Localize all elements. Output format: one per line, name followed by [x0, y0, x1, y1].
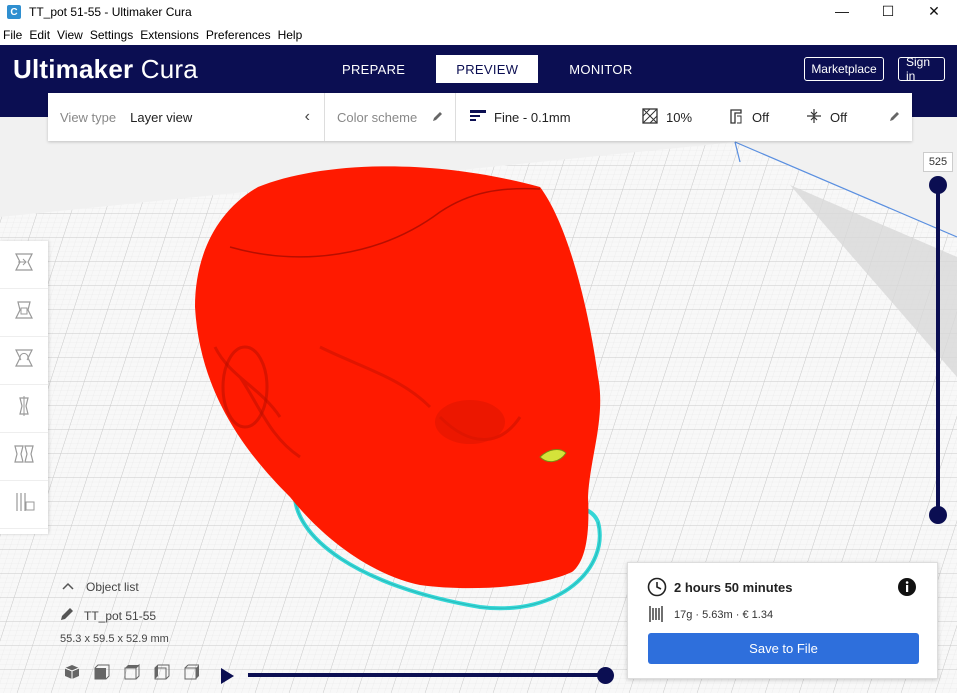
view-type-selector[interactable]: View type Layer view ‹ [48, 108, 324, 126]
print-settings-selector[interactable]: Fine - 0.1mm 10% Off Off [456, 107, 912, 127]
support-blocker-tool[interactable] [0, 481, 48, 529]
menu-edit[interactable]: Edit [26, 28, 53, 42]
top-view-button[interactable] [122, 663, 142, 686]
top-view-icon [123, 663, 141, 686]
close-button[interactable]: ✕ [911, 0, 957, 22]
ultimaker-cura-logo: Ultimaker Cura [13, 54, 198, 85]
cura-app-icon: C [7, 5, 21, 19]
minimize-button[interactable]: — [819, 0, 865, 22]
3d-view-button[interactable] [62, 664, 82, 684]
menu-extensions[interactable]: Extensions [137, 28, 202, 42]
view-type-label: View type [60, 109, 117, 125]
object-dimensions: 55.3 x 59.5 x 52.9 mm [60, 633, 169, 645]
rotate-icon [12, 346, 36, 375]
material-estimate: 17g · 5.63m · € 1.34 [674, 609, 774, 621]
menu-settings[interactable]: Settings [87, 28, 136, 42]
save-to-file-button[interactable]: Save to File [648, 633, 919, 664]
path-slider-track[interactable] [248, 673, 606, 677]
tab-preview[interactable]: PREVIEW [436, 55, 539, 83]
left-view-button[interactable] [152, 664, 172, 684]
object-list-toggle[interactable]: Object list [62, 580, 169, 594]
adhesion-setting: Off [806, 108, 847, 127]
layer-slider-track[interactable] [936, 184, 940, 515]
window-controls: — ☐ ✕ [819, 0, 957, 22]
move-icon [12, 250, 36, 279]
color-scheme-selector[interactable]: Color scheme [325, 110, 455, 125]
window-title: TT_pot 51-55 - Ultimaker Cura [29, 5, 192, 19]
infill-icon [642, 107, 658, 127]
clock-icon [647, 577, 667, 602]
profile-lines-icon [470, 109, 486, 126]
tab-monitor[interactable]: MONITOR [551, 55, 650, 83]
marketplace-button[interactable]: Marketplace [804, 57, 884, 81]
spool-icon [649, 605, 665, 628]
info-icon[interactable] [897, 577, 917, 602]
support-icon [728, 108, 744, 127]
object-list-label: Object list [86, 580, 139, 594]
infill-setting: 10% [642, 107, 693, 127]
layer-slider-bottom-handle[interactable] [929, 506, 947, 524]
play-icon [218, 668, 236, 689]
print-time: 2 hours 50 minutes [674, 580, 793, 595]
front-view-icon [93, 663, 111, 686]
profile-value: Fine - 0.1mm [494, 109, 571, 125]
scale-icon [12, 298, 36, 327]
sign-in-button[interactable]: Sign in [898, 55, 945, 83]
support-setting: Off [728, 108, 769, 127]
camera-view-buttons [62, 663, 202, 686]
pencil-icon [60, 607, 74, 624]
infill-value: 10% [666, 109, 693, 125]
object-name-row[interactable]: TT_pot 51-55 [60, 607, 169, 624]
pencil-icon[interactable] [889, 110, 900, 125]
left-view-icon [153, 663, 171, 686]
chevron-left-icon[interactable]: ‹ [305, 108, 310, 126]
rotate-tool[interactable] [0, 337, 48, 385]
right-view-icon [183, 663, 201, 686]
3d-view-icon [63, 663, 81, 686]
per-model-settings-icon [12, 442, 36, 471]
play-button[interactable] [218, 667, 236, 690]
layer-number-label[interactable]: 525 [923, 152, 953, 172]
view-type-value: Layer view [130, 109, 193, 125]
front-view-button[interactable] [92, 664, 112, 684]
menu-file[interactable]: File [0, 28, 25, 42]
print-information-panel: 2 hours 50 minutes 17g · 5.63m · € 1.34 … [627, 562, 938, 679]
menu-bar: File Edit View Settings Extensions Prefe… [0, 24, 957, 45]
path-slider-handle[interactable] [597, 667, 614, 684]
color-scheme-label: Color scheme [337, 109, 418, 125]
right-view-button[interactable] [182, 664, 202, 684]
menu-view[interactable]: View [54, 28, 86, 42]
tab-prepare[interactable]: PREPARE [324, 55, 423, 83]
menu-preferences[interactable]: Preferences [203, 28, 274, 42]
window-titlebar: C TT_pot 51-55 - Ultimaker Cura — ☐ ✕ [0, 0, 957, 24]
adhesion-icon [806, 108, 822, 127]
maximize-button[interactable]: ☐ [865, 0, 911, 22]
view-settings-toolbar: View type Layer view ‹ Color scheme Fine… [48, 93, 912, 141]
mirror-icon [12, 394, 36, 423]
object-info: Object list TT_pot 51-55 55.3 x 59.5 x 5… [60, 580, 169, 645]
scale-tool[interactable] [0, 289, 48, 337]
chevron-up-icon [62, 581, 74, 593]
menu-help[interactable]: Help [275, 28, 306, 42]
tool-panel [0, 241, 48, 534]
pencil-icon[interactable] [432, 110, 443, 125]
layer-slider-top-handle[interactable] [929, 176, 947, 194]
per-model-settings-tool[interactable] [0, 433, 48, 481]
support-value: Off [752, 109, 770, 125]
object-name: TT_pot 51-55 [84, 608, 157, 623]
mirror-tool[interactable] [0, 385, 48, 433]
logo-product: Cura [140, 54, 198, 84]
adhesion-value: Off [830, 109, 848, 125]
stage-tabs: PREPARE PREVIEW MONITOR [324, 55, 651, 83]
support-blocker-icon [12, 490, 36, 519]
move-tool[interactable] [0, 241, 48, 289]
logo-brand: Ultimaker [13, 54, 134, 84]
